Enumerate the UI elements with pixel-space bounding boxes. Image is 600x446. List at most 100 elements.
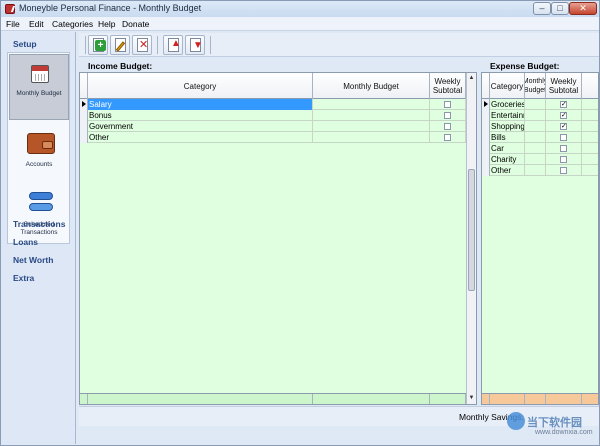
monthly-budget-cell[interactable] — [525, 143, 546, 154]
table-row[interactable]: Shopping ✓ — [482, 121, 598, 132]
column-header-category[interactable]: Category — [490, 73, 525, 99]
menu-categories[interactable]: Categories — [52, 19, 93, 29]
monthly-budget-cell[interactable] — [525, 154, 546, 165]
scroll-up-icon[interactable]: ▲ — [467, 73, 476, 83]
move-up-button[interactable]: ▲ — [163, 35, 183, 55]
monthly-budget-cell[interactable] — [525, 132, 546, 143]
column-header-category[interactable]: Category — [88, 73, 313, 99]
toolbar-separator — [157, 36, 158, 54]
weekly-subtotal-checkbox[interactable]: ✓ — [560, 123, 567, 130]
move-down-icon: ▼ — [193, 40, 203, 51]
weekly-subtotal-checkbox[interactable] — [560, 156, 567, 163]
edit-category-button[interactable] — [110, 35, 130, 55]
row-selector[interactable] — [80, 99, 88, 110]
table-row[interactable]: Other — [482, 165, 598, 176]
category-cell[interactable]: Salary — [88, 99, 313, 110]
row-selector[interactable] — [482, 143, 490, 154]
menu-donate[interactable]: Donate — [122, 19, 149, 29]
add-category-button[interactable]: + — [88, 35, 108, 55]
monthly-budget-cell[interactable] — [313, 110, 430, 121]
income-budget-grid: Category Monthly Budget Weekly Subtotal … — [79, 72, 477, 405]
row-selector[interactable] — [482, 110, 490, 121]
sidebar-item-scheduled-transactions[interactable]: Scheduled Transactions — [9, 183, 69, 243]
table-row[interactable]: Government — [80, 121, 466, 132]
monthly-budget-cell[interactable] — [525, 165, 546, 176]
sidebar-item-loans[interactable]: Loans — [13, 237, 38, 247]
weekly-subtotal-checkbox[interactable] — [444, 123, 451, 130]
category-cell[interactable]: Charity — [490, 154, 525, 165]
table-row[interactable]: Bills — [482, 132, 598, 143]
sidebar-item-monthly-budget[interactable]: Monthly Budget — [9, 54, 69, 120]
row-header-corner — [80, 73, 88, 99]
scroll-down-icon[interactable]: ▼ — [467, 393, 476, 403]
weekly-subtotal-checkbox[interactable] — [560, 134, 567, 141]
toolbar-separator — [85, 36, 86, 54]
category-cell[interactable]: Shopping — [490, 121, 525, 132]
column-header-monthly-budget[interactable]: Monthly Budget — [313, 73, 430, 99]
weekly-subtotal-checkbox[interactable]: ✓ — [560, 101, 567, 108]
weekly-subtotal-checkbox[interactable] — [444, 112, 451, 119]
delete-category-button[interactable]: ✕ — [132, 35, 152, 55]
table-row[interactable]: Bonus — [80, 110, 466, 121]
table-row[interactable]: Groceries ✓ — [482, 99, 598, 110]
income-vertical-scrollbar[interactable]: ▲ ▼ — [466, 73, 476, 404]
weekly-subtotal-checkbox[interactable]: ✓ — [560, 112, 567, 119]
category-cell[interactable]: Other — [88, 132, 313, 143]
move-down-button[interactable]: ▼ — [185, 35, 205, 55]
table-row[interactable]: Entertainment ✓ — [482, 110, 598, 121]
column-header-weekly-subtotal[interactable]: Weekly Subtotal — [546, 73, 582, 99]
total-cell — [80, 394, 88, 404]
monthly-budget-cell[interactable] — [525, 110, 546, 121]
table-row[interactable]: Charity — [482, 154, 598, 165]
title-bar[interactable]: Moneyble Personal Finance - Monthly Budg… — [1, 1, 599, 17]
category-cell[interactable]: Bills — [490, 132, 525, 143]
row-selector[interactable] — [482, 154, 490, 165]
scroll-thumb[interactable] — [468, 169, 475, 291]
table-row[interactable]: Salary — [80, 99, 466, 110]
expense-horizontal-scrollbar[interactable] — [482, 404, 598, 405]
row-selector[interactable] — [80, 132, 88, 143]
category-cell[interactable]: Bonus — [88, 110, 313, 121]
row-selector[interactable] — [482, 121, 490, 132]
weekly-subtotal-checkbox[interactable] — [444, 101, 451, 108]
maximize-button[interactable]: □ — [551, 2, 569, 15]
sidebar-item-net-worth[interactable]: Net Worth — [13, 255, 53, 265]
category-cell[interactable]: Car — [490, 143, 525, 154]
category-cell[interactable]: Government — [88, 121, 313, 132]
sidebar-item-extra[interactable]: Extra — [13, 273, 34, 283]
category-cell[interactable]: Other — [490, 165, 525, 176]
weekly-subtotal-checkbox[interactable] — [560, 145, 567, 152]
category-cell[interactable]: Groceries — [490, 99, 525, 110]
sidebar-item-transactions[interactable]: Transactions — [13, 219, 65, 229]
row-selector[interactable] — [482, 165, 490, 176]
category-cell[interactable]: Entertainment — [490, 110, 525, 121]
sidebar-item-label: Monthly Budget — [16, 90, 62, 97]
toolbar-separator — [210, 36, 211, 54]
sidebar-item-label: Accounts — [25, 161, 53, 168]
sidebar-item-accounts[interactable]: Accounts — [9, 125, 69, 177]
monthly-budget-cell[interactable] — [313, 121, 430, 132]
column-header-weekly-subtotal[interactable]: Weekly Subtotal — [430, 73, 466, 99]
menu-edit[interactable]: Edit — [29, 19, 44, 29]
menu-help[interactable]: Help — [98, 19, 115, 29]
row-selector[interactable] — [482, 99, 490, 110]
sync-icon — [27, 189, 55, 215]
weekly-subtotal-cell — [430, 110, 466, 121]
monthly-budget-cell[interactable] — [525, 121, 546, 132]
monthly-budget-cell[interactable] — [313, 99, 430, 110]
table-row[interactable]: Other — [80, 132, 466, 143]
row-selector[interactable] — [80, 110, 88, 121]
row-selector[interactable] — [80, 121, 88, 132]
sidebar-section-setup[interactable]: Setup — [13, 39, 37, 49]
column-header-monthly-budget[interactable]: Monthly Budget — [525, 73, 546, 99]
table-row[interactable]: Car — [482, 143, 598, 154]
monthly-budget-cell[interactable] — [525, 99, 546, 110]
menu-file[interactable]: File — [6, 19, 20, 29]
weekly-subtotal-checkbox[interactable] — [560, 167, 567, 174]
monthly-budget-cell[interactable] — [313, 132, 430, 143]
income-budget-title: Income Budget: — [88, 61, 153, 71]
weekly-subtotal-checkbox[interactable] — [444, 134, 451, 141]
close-button[interactable]: ✕ — [569, 2, 597, 15]
row-selector[interactable] — [482, 132, 490, 143]
minimize-button[interactable]: – — [533, 2, 551, 15]
